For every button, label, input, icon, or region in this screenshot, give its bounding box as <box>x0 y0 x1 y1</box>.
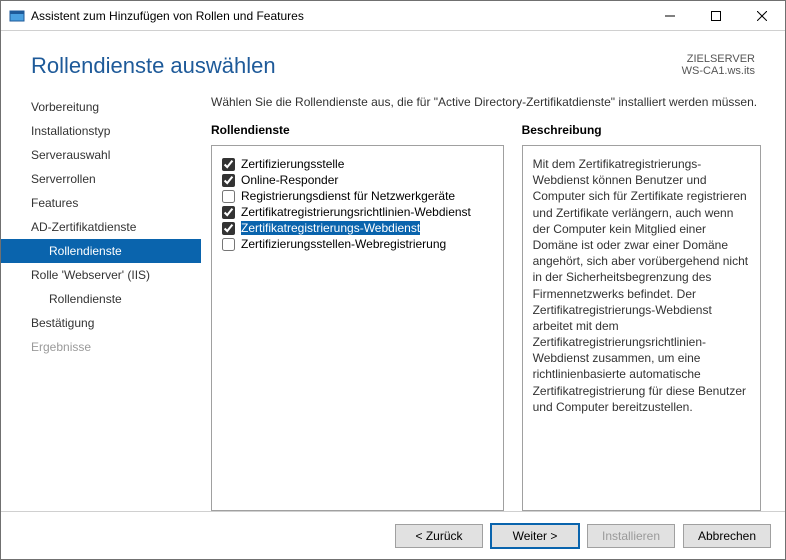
app-icon <box>9 8 25 24</box>
sidebar-item[interactable]: Rollendienste <box>1 287 201 311</box>
role-item[interactable]: Online-Responder <box>220 172 495 188</box>
sidebar-item[interactable]: Installationstyp <box>1 119 201 143</box>
wizard-header: Rollendienste auswählen ZIELSERVER WS-CA… <box>1 31 785 89</box>
sidebar-item[interactable]: Rollendienste <box>1 239 201 263</box>
sidebar-item[interactable]: Serverrollen <box>1 167 201 191</box>
sidebar-item[interactable]: Bestätigung <box>1 311 201 335</box>
role-label: Registrierungsdienst für Netzwerkgeräte <box>241 189 455 203</box>
role-item[interactable]: Zertifizierungsstelle <box>220 156 495 172</box>
close-button[interactable] <box>739 1 785 31</box>
wizard-window: Assistent zum Hinzufügen von Rollen und … <box>0 0 786 560</box>
target-server-info: ZIELSERVER WS-CA1.ws.its <box>682 53 755 77</box>
target-server-value: WS-CA1.ws.its <box>682 65 755 77</box>
wizard-main: Wählen Sie die Rollendienste aus, die fü… <box>201 89 775 511</box>
target-server-label: ZIELSERVER <box>682 53 755 65</box>
sidebar-item[interactable]: AD-Zertifikatdienste <box>1 215 201 239</box>
wizard-body: VorbereitungInstallationstypServerauswah… <box>1 89 785 511</box>
sidebar-item[interactable]: Rolle 'Webserver' (IIS) <box>1 263 201 287</box>
roles-column: Rollendienste Zertifizierungsstelle Onlin… <box>211 123 504 511</box>
role-label: Zertifikatregistrierungs-Webdienst <box>241 221 420 235</box>
role-checkbox[interactable] <box>222 222 235 235</box>
page-title: Rollendienste auswählen <box>31 53 276 79</box>
description-box: Mit dem Zertifikatregistrierungs-Webdien… <box>522 145 761 511</box>
role-checkbox[interactable] <box>222 206 235 219</box>
role-label: Zertifizierungsstellen-Webregistrierung <box>241 237 446 251</box>
sidebar-item[interactable]: Serverauswahl <box>1 143 201 167</box>
titlebar: Assistent zum Hinzufügen von Rollen und … <box>1 1 785 31</box>
back-button[interactable]: < Zurück <box>395 524 483 548</box>
sidebar-item[interactable]: Features <box>1 191 201 215</box>
role-item[interactable]: Zertifikatregistrierungs-Webdienst <box>220 220 495 236</box>
install-button[interactable]: Installieren <box>587 524 675 548</box>
roles-title: Rollendienste <box>211 123 504 137</box>
role-checkbox[interactable] <box>222 158 235 171</box>
role-label: Online-Responder <box>241 173 338 187</box>
maximize-button[interactable] <box>693 1 739 31</box>
cancel-button[interactable]: Abbrechen <box>683 524 771 548</box>
window-title: Assistent zum Hinzufügen von Rollen und … <box>31 9 647 23</box>
role-item[interactable]: Zertifikatregistrierungsrichtlinien-Webd… <box>220 204 495 220</box>
wizard-footer: < Zurück Weiter > Installieren Abbrechen <box>1 511 785 559</box>
sidebar-item: Ergebnisse <box>1 335 201 359</box>
role-label: Zertifikatregistrierungsrichtlinien-Webd… <box>241 205 471 219</box>
description-title: Beschreibung <box>522 123 761 137</box>
minimize-button[interactable] <box>647 1 693 31</box>
role-item[interactable]: Zertifizierungsstellen-Webregistrierung <box>220 236 495 252</box>
sidebar-item[interactable]: Vorbereitung <box>1 95 201 119</box>
intro-text: Wählen Sie die Rollendienste aus, die fü… <box>211 95 761 109</box>
description-column: Beschreibung Mit dem Zertifikatregistrie… <box>522 123 761 511</box>
next-button[interactable]: Weiter > <box>491 524 579 548</box>
role-checkbox[interactable] <box>222 190 235 203</box>
role-item[interactable]: Registrierungsdienst für Netzwerkgeräte <box>220 188 495 204</box>
role-checkbox[interactable] <box>222 174 235 187</box>
columns: Rollendienste Zertifizierungsstelle Onlin… <box>211 123 761 511</box>
roles-listbox[interactable]: Zertifizierungsstelle Online-Responder Reg… <box>211 145 504 511</box>
wizard-steps-sidebar: VorbereitungInstallationstypServerauswah… <box>1 89 201 511</box>
role-checkbox[interactable] <box>222 238 235 251</box>
role-label: Zertifizierungsstelle <box>241 157 344 171</box>
